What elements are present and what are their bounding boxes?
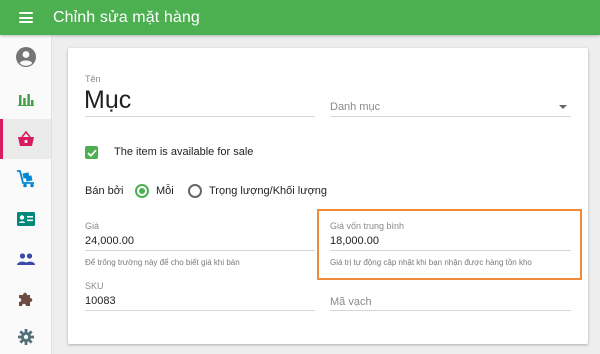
sidebar-item-inventory[interactable] — [0, 159, 51, 199]
item-form-card: Tên Mục Danh mục The item is available f… — [68, 48, 588, 344]
barcode-input[interactable]: Mã vạch — [330, 296, 372, 308]
sidebar-item-integrations[interactable] — [0, 279, 51, 319]
sidebar-item-settings[interactable] — [0, 317, 51, 354]
avg-cost-underline — [330, 250, 571, 251]
sidebar — [0, 35, 52, 354]
price-input[interactable]: 24,000.00 — [85, 235, 134, 247]
barcode-underline — [330, 310, 571, 311]
sidebar-item-customers[interactable] — [0, 239, 51, 279]
available-label: The item is available for sale — [114, 146, 254, 158]
sold-by-label: Bán bởi — [85, 185, 124, 197]
bar-chart-icon — [17, 94, 34, 106]
name-input[interactable]: Mục — [84, 86, 131, 115]
menu-icon[interactable] — [19, 12, 33, 23]
radio-weight-label: Trọng lượng/Khối lượng — [209, 185, 328, 197]
radio-each[interactable] — [135, 184, 149, 198]
app-bar: Chỉnh sửa mặt hàng — [0, 0, 600, 35]
price-underline — [85, 250, 315, 251]
account-circle-icon — [15, 47, 36, 67]
sku-input[interactable]: 10083 — [85, 295, 116, 307]
category-underline — [330, 116, 571, 117]
available-checkbox[interactable] — [85, 146, 98, 159]
avg-cost-label: Giá vốn trung bình — [330, 221, 405, 231]
price-hint: Để trống trường này để cho biết giá khi … — [85, 258, 240, 267]
name-label: Tên — [85, 74, 101, 84]
sku-label: SKU — [85, 281, 104, 291]
sku-underline — [85, 310, 315, 311]
radio-weight[interactable] — [188, 184, 202, 198]
puzzle-icon — [18, 292, 32, 306]
category-select[interactable]: Danh mục — [330, 101, 380, 113]
settings-icon — [17, 329, 34, 345]
sidebar-item-employees[interactable] — [0, 199, 51, 239]
avg-cost-hint: Giá trị tự động cập nhật khi bạn nhận đư… — [330, 258, 532, 267]
chevron-down-icon[interactable] — [559, 105, 567, 109]
sidebar-item-items[interactable] — [0, 119, 51, 159]
price-label: Giá — [85, 221, 100, 231]
shopping-basket-icon — [17, 131, 34, 146]
people-icon — [16, 253, 35, 265]
page-title: Chỉnh sửa mặt hàng — [53, 8, 200, 26]
radio-each-label: Mỗi — [156, 185, 174, 197]
delivery-cart-icon — [16, 170, 34, 188]
avg-cost-input[interactable]: 18,000.00 — [330, 235, 379, 247]
checkmark-icon — [86, 149, 97, 157]
name-underline — [85, 116, 315, 117]
sidebar-item-reports[interactable] — [0, 79, 51, 119]
sidebar-item-profile[interactable] — [0, 37, 51, 77]
contact-card-icon — [16, 212, 35, 226]
